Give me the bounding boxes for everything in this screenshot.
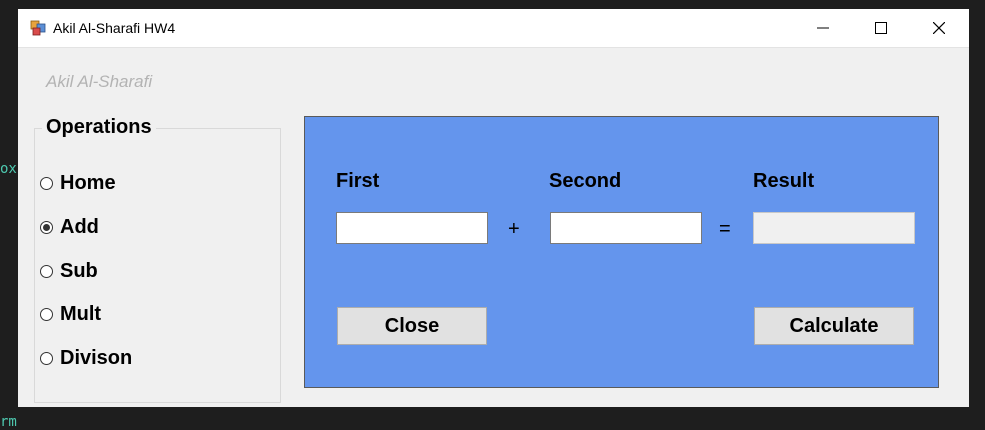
close-window-button[interactable] <box>910 9 968 47</box>
result-label: Result <box>753 170 815 192</box>
first-number-input[interactable] <box>336 212 488 244</box>
radio-label: Divison <box>60 347 133 369</box>
calculator-panel: First Second Result + = Close Calculate <box>304 116 939 388</box>
plus-operator: + <box>508 218 520 240</box>
radio-label: Mult <box>60 303 102 325</box>
radio-label: Sub <box>60 260 98 282</box>
radio-button-icon[interactable] <box>40 265 53 278</box>
radio-add[interactable]: Add <box>40 216 99 239</box>
equals-sign: = <box>719 218 731 240</box>
background-code-text: ox <box>0 161 17 177</box>
app-icon <box>30 20 46 36</box>
radio-divison[interactable]: Divison <box>40 347 132 370</box>
author-watermark: Akil Al-Sharafi <box>46 72 153 91</box>
radio-label: Add <box>60 216 99 238</box>
minimize-button[interactable] <box>794 9 852 47</box>
second-number-input[interactable] <box>550 212 702 244</box>
second-label: Second <box>549 170 622 192</box>
radio-button-icon[interactable] <box>40 177 53 190</box>
radio-home[interactable]: Home <box>40 172 116 195</box>
maximize-icon <box>875 22 887 34</box>
radio-label: Home <box>60 172 116 194</box>
calculate-button[interactable]: Calculate <box>754 307 914 345</box>
app-window: Akil Al-Sharafi HW4 Akil Al-Sharafi Oper… <box>18 9 969 407</box>
radio-button-checked-icon[interactable] <box>40 221 53 234</box>
radio-mult[interactable]: Mult <box>40 303 101 326</box>
radio-button-icon[interactable] <box>40 352 53 365</box>
result-output[interactable] <box>753 212 915 244</box>
operations-legend: Operations <box>42 116 156 139</box>
close-icon <box>933 22 945 34</box>
radio-button-icon[interactable] <box>40 308 53 321</box>
maximize-button[interactable] <box>852 9 910 47</box>
title-bar[interactable]: Akil Al-Sharafi HW4 <box>18 9 969 48</box>
window-title: Akil Al-Sharafi HW4 <box>53 20 176 36</box>
first-label: First <box>336 170 380 192</box>
close-button[interactable]: Close <box>337 307 487 345</box>
minimize-icon <box>817 27 829 29</box>
radio-sub[interactable]: Sub <box>40 260 98 283</box>
